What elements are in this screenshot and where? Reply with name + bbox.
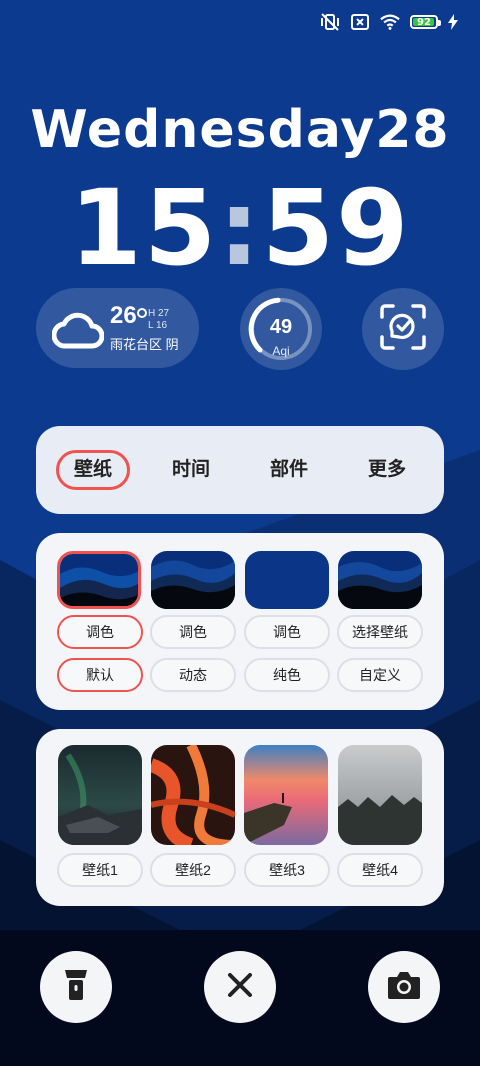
weather-temp: 26 [110, 302, 137, 329]
scan-icon [379, 303, 427, 356]
clock-hour: 15 [69, 167, 219, 289]
tab-more[interactable]: 更多 [350, 450, 424, 490]
tint-button-solid[interactable]: 调色 [244, 615, 330, 649]
tint-button-dynamic[interactable]: 调色 [150, 615, 236, 649]
clock-minute: 59 [261, 167, 411, 289]
preset-wallpapers-panel: 壁纸1 壁纸2 壁纸3 壁纸4 [36, 729, 444, 906]
status-bar: 92 [320, 10, 458, 34]
scan-widget[interactable] [362, 288, 444, 370]
aqi-label: Aqi [272, 344, 290, 358]
customize-tab-bar: 壁纸 时间 部件 更多 [36, 426, 444, 514]
camera-button[interactable] [368, 951, 440, 1023]
wallpaper-2-label[interactable]: 壁纸2 [150, 853, 236, 887]
battery-indicator: 92 [410, 15, 441, 29]
camera-icon [387, 970, 421, 1005]
tab-widgets[interactable]: 部件 [252, 450, 326, 490]
flashlight-icon [62, 968, 90, 1007]
aqi-widget[interactable]: 49 Aqi [240, 288, 322, 370]
clock-colon: : [218, 167, 262, 289]
wallpaper-1-thumb[interactable] [58, 745, 142, 845]
lock-clock: 15:59 [0, 168, 480, 288]
choose-wallpaper-button[interactable]: 选择壁纸 [337, 615, 423, 649]
vibrate-off-icon [320, 13, 340, 31]
close-button[interactable] [204, 951, 276, 1023]
wallpaper-custom-thumb[interactable] [338, 551, 422, 609]
wallpaper-4-label[interactable]: 壁纸4 [337, 853, 423, 887]
weather-high: H 27 [148, 308, 170, 319]
style-dynamic-button[interactable]: 动态 [150, 658, 236, 692]
wallpaper-3-label[interactable]: 壁纸3 [244, 853, 330, 887]
aqi-value: 49 [269, 316, 293, 338]
wallpaper-solid-thumb[interactable] [245, 551, 329, 609]
wallpaper-style-panel: 调色 调色 调色 选择壁纸 默认 动态 纯色 自定义 [36, 533, 444, 710]
battery-level: 92 [417, 16, 431, 28]
wallpaper-2-thumb[interactable] [151, 745, 235, 845]
tab-time[interactable]: 时间 [154, 450, 228, 490]
wallpaper-4-thumb[interactable] [338, 745, 422, 845]
weather-location: 雨花台区 阴 [110, 337, 179, 352]
cloud-icon [51, 306, 105, 355]
style-default-button[interactable]: 默认 [57, 658, 143, 692]
weather-low: L 16 [148, 320, 168, 331]
weather-widget[interactable]: 26 H 27 L 16 雨花台区 阴 [36, 288, 199, 368]
close-icon [227, 972, 253, 1003]
no-sim-icon [350, 13, 370, 31]
style-solid-button[interactable]: 纯色 [244, 658, 330, 692]
tint-button-default[interactable]: 调色 [57, 615, 143, 649]
style-custom-button[interactable]: 自定义 [337, 658, 423, 692]
weather-high-low: H 27 L 16 [148, 308, 169, 332]
tab-wallpaper[interactable]: 壁纸 [56, 450, 130, 490]
wallpaper-3-thumb[interactable] [244, 745, 328, 845]
wifi-icon [380, 13, 400, 31]
wallpaper-1-label[interactable]: 壁纸1 [57, 853, 143, 887]
date-day: Wednesday28 [30, 100, 450, 160]
wallpaper-dynamic-thumb[interactable] [151, 551, 235, 609]
degree-icon [137, 308, 147, 318]
charging-bolt-icon [448, 13, 458, 31]
wallpaper-default-thumb[interactable] [57, 551, 141, 609]
flashlight-button[interactable] [40, 951, 112, 1023]
